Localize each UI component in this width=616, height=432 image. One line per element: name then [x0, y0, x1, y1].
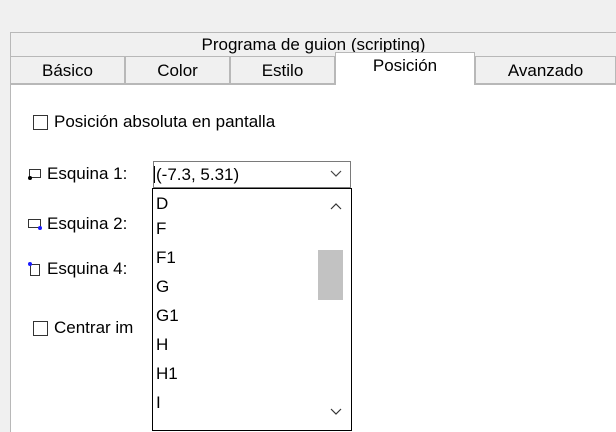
tab-basico[interactable]: Básico	[10, 56, 125, 84]
absolute-position-option[interactable]: Posición absoluta en pantalla	[33, 112, 275, 132]
tab-color[interactable]: Color	[125, 56, 230, 84]
corner1-row: Esquina 1:	[27, 164, 127, 184]
tab-avanzado[interactable]: Avanzado	[475, 56, 616, 84]
list-item[interactable]: F	[156, 214, 166, 243]
tab-bar: Básico Color Estilo Posición Avanzado	[10, 52, 616, 85]
corner4-row: Esquina 4:	[27, 259, 127, 279]
center-image-option[interactable]: Centrar im	[33, 318, 133, 338]
tab-estilo[interactable]: Estilo	[230, 56, 335, 84]
tab-posicion[interactable]: Posición	[335, 52, 475, 85]
dropdown-scrollbar[interactable]	[317, 189, 351, 430]
chevron-down-icon[interactable]	[330, 408, 342, 416]
corner4-label: Esquina 4:	[47, 259, 128, 278]
corner1-icon	[28, 169, 41, 180]
list-item[interactable]: I	[156, 388, 161, 417]
center-image-label: Centrar im	[54, 318, 134, 337]
corner4-icon	[28, 262, 40, 276]
text-caret	[154, 166, 155, 183]
tab-scripting[interactable]: Programa de guion (scripting)	[10, 32, 616, 56]
corner1-combo[interactable]: (-7.3, 5.31)	[153, 161, 351, 188]
scrollbar-thumb[interactable]	[318, 250, 343, 300]
corner1-dropdown-list[interactable]: D F F1 G G1 H H1 I	[152, 188, 352, 431]
absolute-position-checkbox[interactable]	[33, 114, 48, 130]
list-item[interactable]: F1	[156, 243, 176, 272]
corner2-row: Esquina 2:	[27, 214, 127, 234]
absolute-position-label: Posición absoluta en pantalla	[54, 112, 276, 131]
chevron-down-icon[interactable]	[330, 170, 342, 178]
list-item[interactable]: G	[156, 272, 169, 301]
chevron-up-icon[interactable]	[330, 202, 342, 210]
list-item[interactable]: H	[156, 330, 168, 359]
properties-window: Programa de guion (scripting) Básico Col…	[0, 0, 616, 432]
list-item[interactable]: G1	[156, 301, 179, 330]
corner2-label: Esquina 2:	[47, 214, 128, 233]
corner1-label: Esquina 1:	[47, 164, 128, 183]
center-image-checkbox[interactable]	[33, 320, 48, 336]
corner2-icon	[28, 219, 42, 230]
corner1-value[interactable]: (-7.3, 5.31)	[156, 165, 239, 184]
list-item[interactable]: H1	[156, 359, 178, 388]
